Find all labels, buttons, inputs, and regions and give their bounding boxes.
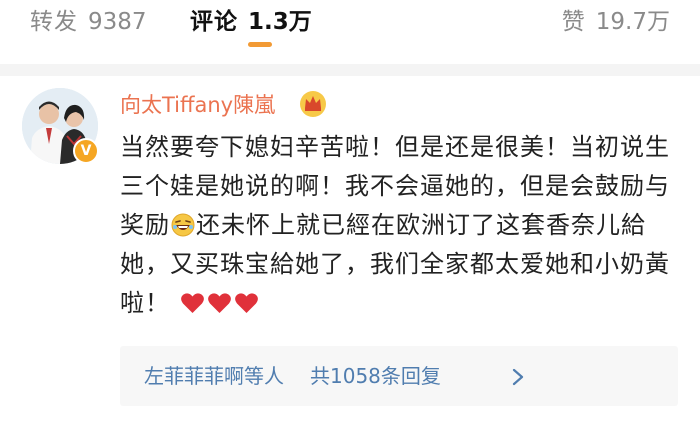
reply-total: 共1058条回复 xyxy=(310,364,441,388)
laughing-face-icon xyxy=(171,213,195,237)
heart-icon xyxy=(208,293,231,313)
replies-link[interactable]: 左菲菲菲啊等人 共1058条回复 xyxy=(120,346,678,406)
tab-like[interactable]: 赞 19.7万 xyxy=(562,6,670,38)
replies-summary: 左菲菲菲啊等人 共1058条回复 xyxy=(144,360,441,392)
section-divider xyxy=(0,64,700,76)
heart-icon xyxy=(235,293,258,313)
tab-repost-label: 转发 xyxy=(30,9,78,35)
crown-icon xyxy=(300,91,326,117)
tab-like-count: 19.7万 xyxy=(595,9,670,35)
tab-like-label: 赞 xyxy=(561,9,586,35)
verified-badge: V xyxy=(73,138,99,164)
hearts xyxy=(180,288,261,327)
chevron-right-icon xyxy=(512,368,524,386)
active-tab-indicator xyxy=(248,42,272,47)
tab-repost-count: 9387 xyxy=(88,9,147,35)
stats-tabs: 转发 9387 评论 1.3万 赞 19.7万 xyxy=(0,0,700,47)
reply-users: 左菲菲菲啊等人 xyxy=(144,364,284,388)
comment-username[interactable]: 向太Tiffany陳嵐 xyxy=(120,90,275,120)
comment-text: 当然要夸下媳妇辛苦啦！但是还是很美！当初说生三个娃是她说的啊！我不会逼她的，但是… xyxy=(120,128,680,327)
heart-icon xyxy=(181,293,204,313)
tab-comment[interactable]: 评论 1.3万 xyxy=(190,6,312,38)
tab-repost[interactable]: 转发 9387 xyxy=(30,6,147,38)
tab-comment-label: 评论 xyxy=(190,9,238,35)
tab-comment-count: 1.3万 xyxy=(248,9,312,35)
comment-page: 转发 9387 评论 1.3万 赞 19.7万 V 向太Tiffany陳嵐 当然… xyxy=(0,0,700,425)
